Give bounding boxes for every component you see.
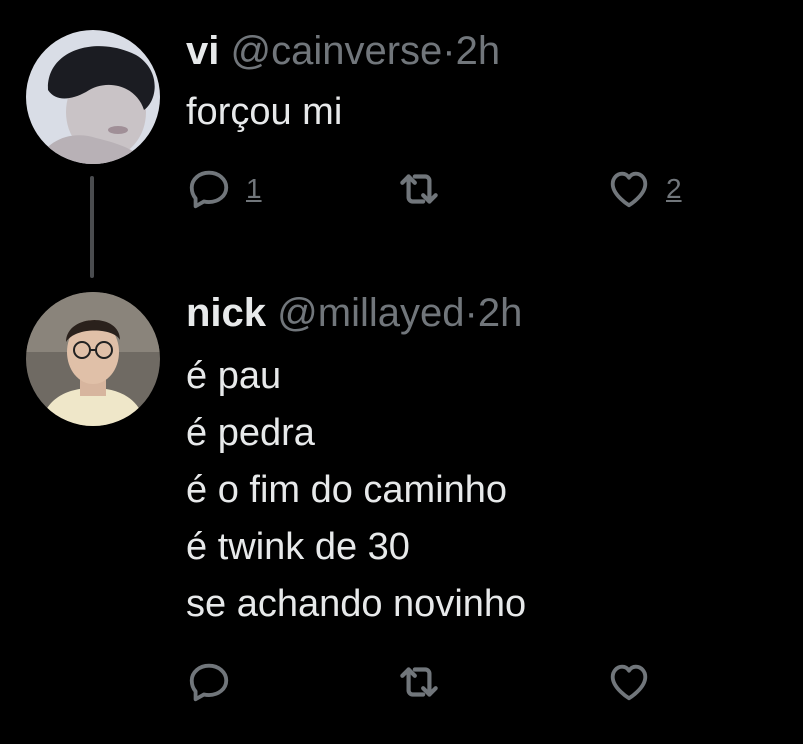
tweet-actions: 1 2	[186, 165, 706, 213]
like-count[interactable]: 2	[666, 173, 682, 205]
tweet-1[interactable]: vi @cainverse·2h forçou mi 1 2	[0, 0, 803, 280]
timestamp[interactable]: 2h	[456, 29, 501, 73]
avatar-photo-vi	[26, 30, 160, 164]
like-icon	[606, 166, 652, 212]
tweet-text-line: é pedra	[186, 412, 315, 454]
retweet-icon	[394, 164, 444, 214]
user-handle[interactable]: @millayed	[277, 291, 464, 335]
retweet-icon	[394, 657, 444, 707]
tweet-text-line: é twink de 30	[186, 526, 410, 568]
like-icon	[606, 659, 652, 705]
avatar-vi[interactable]	[26, 30, 160, 164]
tweet-actions	[186, 658, 706, 706]
display-name[interactable]: nick	[186, 291, 266, 335]
retweet-button[interactable]	[394, 658, 444, 706]
reply-count[interactable]: 1	[246, 173, 262, 205]
tweet-text-line: se achando novinho	[186, 583, 527, 625]
like-button[interactable]	[606, 658, 652, 706]
tweet-2[interactable]: nick @millayed·2h é pau é pedra é o fim …	[0, 280, 803, 744]
tweet-text-line: é pau	[186, 355, 282, 397]
like-button[interactable]: 2	[606, 165, 682, 213]
display-name[interactable]: vi	[186, 29, 219, 73]
user-handle[interactable]: @cainverse	[230, 29, 442, 73]
tweet-text-line: é o fim do caminho	[186, 469, 508, 511]
separator-dot: ·	[464, 291, 478, 335]
avatar-photo-nick	[26, 292, 160, 426]
reply-icon	[186, 659, 232, 705]
reply-button[interactable]	[186, 658, 232, 706]
tweet-header: nick @millayed·2h	[186, 289, 522, 337]
tweet-header: vi @cainverse·2h	[186, 27, 500, 75]
avatar-nick[interactable]	[26, 292, 160, 426]
thread-line	[90, 176, 94, 278]
tweet-text: é pau é pedra é o fim do caminho é twink…	[186, 348, 526, 633]
tweet-text-line: forçou mi	[186, 91, 343, 133]
timestamp[interactable]: 2h	[478, 291, 523, 335]
reply-button[interactable]: 1	[186, 165, 262, 213]
reply-icon	[186, 166, 232, 212]
tweet-text: forçou mi	[186, 84, 342, 141]
retweet-button[interactable]	[394, 165, 444, 213]
separator-dot: ·	[442, 29, 456, 73]
